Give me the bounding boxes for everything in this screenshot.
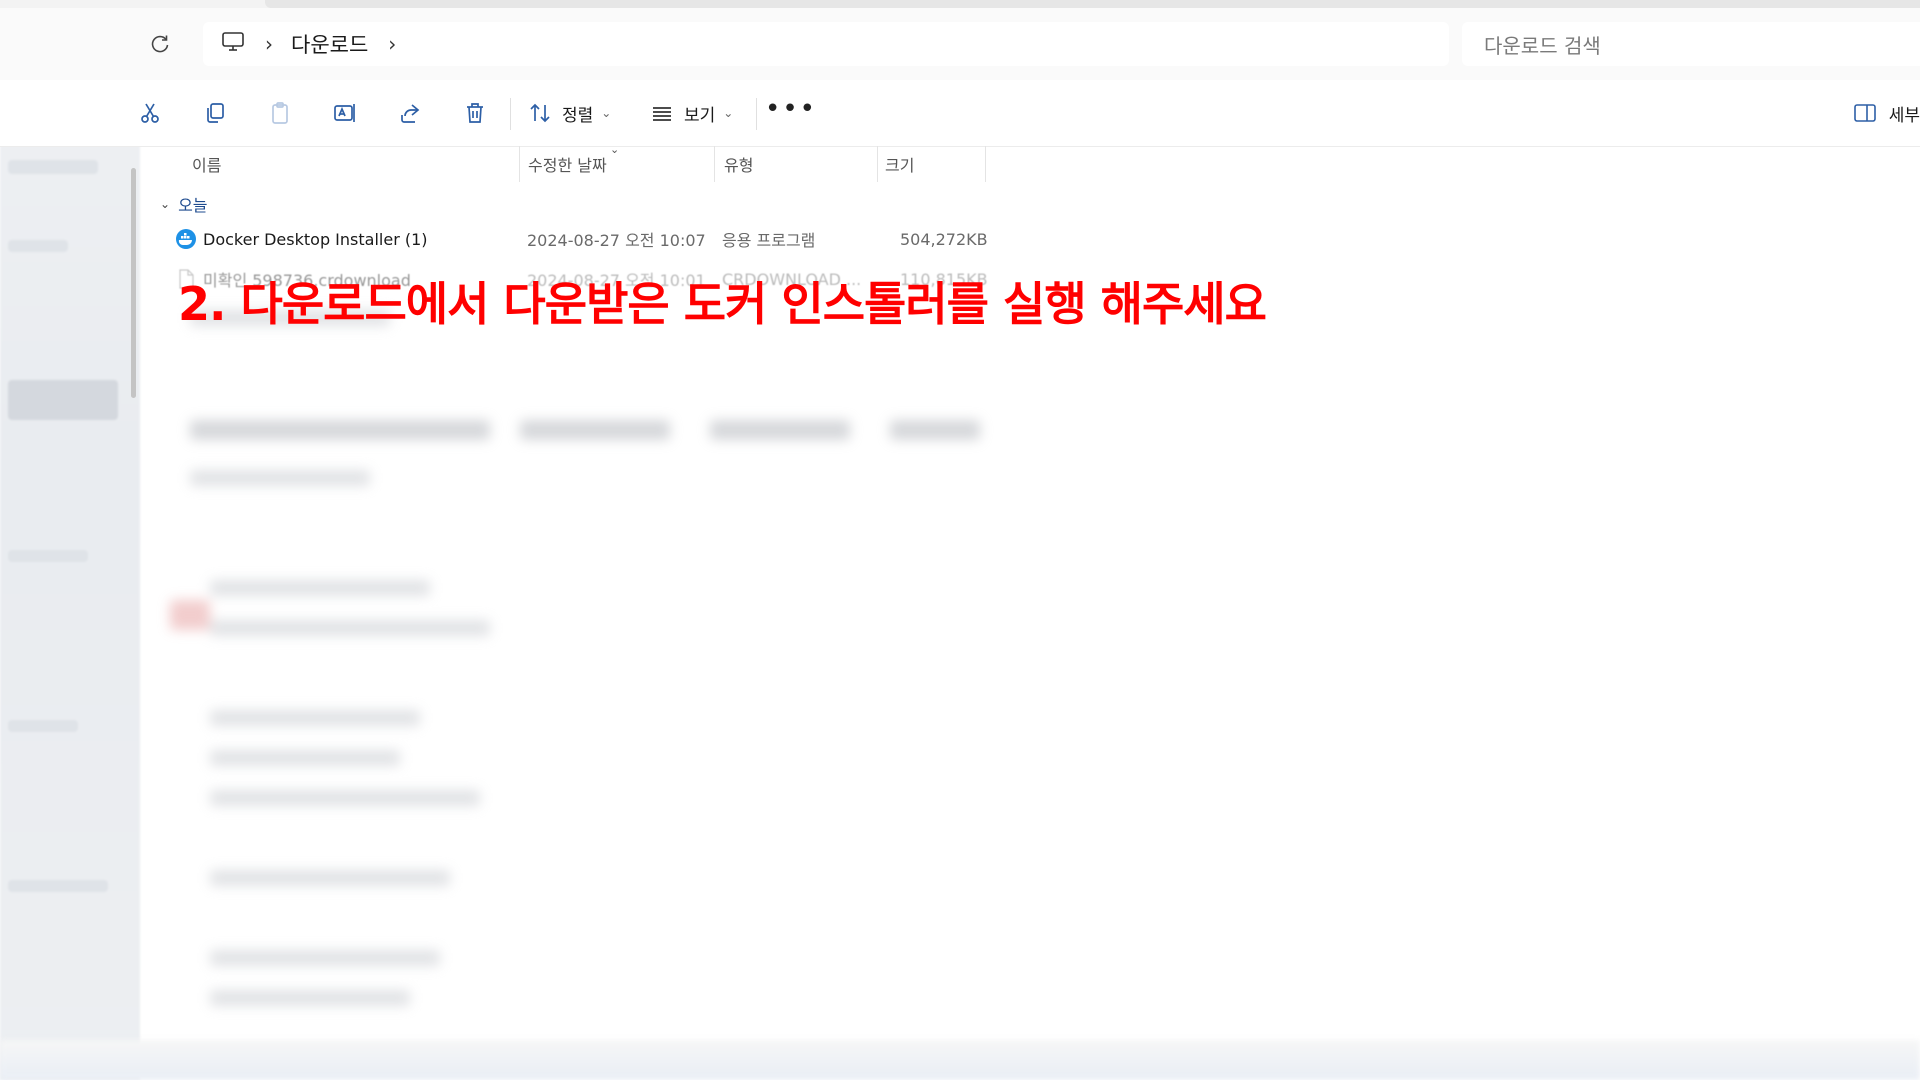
file-name: Docker Desktop Installer (1) <box>203 229 428 249</box>
this-pc-icon[interactable] <box>221 31 245 57</box>
details-pane-icon <box>1853 104 1876 122</box>
group-header-today[interactable]: ⌄ 오늘 <box>160 190 208 218</box>
file-type: 응용 프로그램 <box>722 231 816 250</box>
list-view-icon <box>653 107 671 121</box>
view-label: 보기 <box>684 105 716 126</box>
column-separator[interactable] <box>877 146 878 182</box>
file-size: 504,272KB <box>900 229 988 249</box>
command-bar: 정렬 ⌄ 보기 ⌄ ••• 세부 <box>0 80 1920 147</box>
sort-label: 정렬 <box>562 105 594 126</box>
group-label: 오늘 <box>178 196 208 215</box>
title-strip <box>0 0 1920 8</box>
column-modified[interactable]: 수정한 날짜 <box>528 146 607 182</box>
chevron-down-icon: ⌄ <box>723 106 734 120</box>
column-type[interactable]: 유형 <box>724 146 753 182</box>
details-pane-button[interactable]: 세부 <box>1853 92 1920 134</box>
delete-button[interactable] <box>457 92 493 134</box>
rename-icon <box>334 104 355 122</box>
search-placeholder: 다운로드 검색 <box>1484 33 1601 58</box>
address-row: › 다운로드 › 다운로드 검색 <box>0 8 1920 80</box>
address-bar[interactable]: › 다운로드 › <box>203 22 1449 66</box>
more-options-button[interactable]: ••• <box>765 92 815 134</box>
docker-icon <box>176 229 196 249</box>
share-icon <box>401 104 420 123</box>
more-icon: ••• <box>765 94 818 124</box>
view-button[interactable]: 보기 ⌄ <box>650 92 733 134</box>
trash-icon <box>467 103 483 123</box>
breadcrumb-chevron-icon[interactable]: › <box>265 32 273 56</box>
breadcrumb-downloads[interactable]: 다운로드 <box>291 29 368 59</box>
tab-strip <box>265 0 1920 8</box>
taskbar-blur <box>0 1040 1920 1080</box>
column-separator[interactable] <box>985 146 986 182</box>
breadcrumb-chevron-icon[interactable]: › <box>388 32 396 56</box>
file-row[interactable]: Docker Desktop Installer (1) 2024-08-27 … <box>170 222 1000 256</box>
column-name[interactable]: 이름 <box>192 146 221 182</box>
sort-button[interactable]: 정렬 ⌄ <box>528 92 611 134</box>
file-modified: 2024-08-27 오전 10:07 <box>527 231 706 250</box>
column-separator[interactable] <box>714 146 715 182</box>
search-input[interactable]: 다운로드 검색 <box>1462 22 1920 66</box>
chevron-down-icon[interactable]: ⌄ <box>160 197 170 211</box>
chevron-down-icon: ⌄ <box>601 106 612 120</box>
navigation-pane[interactable] <box>0 80 140 1080</box>
command-divider <box>510 98 511 130</box>
column-header: 이름 수정한 날짜 유형 크기 <box>140 146 1920 182</box>
paste-button[interactable] <box>262 92 298 134</box>
instruction-caption: 2. 다운로드에서 다운받은 도커 인스톨러를 실행 해주세요 <box>178 277 1267 331</box>
cut-button[interactable] <box>132 92 168 134</box>
column-size[interactable]: 크기 <box>885 146 914 182</box>
refresh-button[interactable] <box>140 24 180 64</box>
sort-icon <box>530 103 550 123</box>
copy-button[interactable] <box>197 92 233 134</box>
clipboard-icon <box>272 102 288 124</box>
scissors-icon <box>141 103 159 123</box>
refresh-icon <box>151 35 169 53</box>
navigation-scrollbar[interactable] <box>131 168 136 398</box>
details-label: 세부 <box>1888 105 1920 126</box>
rename-button[interactable] <box>327 92 363 134</box>
blurred-file-list <box>150 300 1010 1020</box>
sort-indicator-icon: ⌄ <box>610 143 620 156</box>
copy-icon <box>207 103 224 123</box>
share-button[interactable] <box>392 92 428 134</box>
column-separator[interactable] <box>519 146 520 182</box>
command-divider <box>756 98 757 130</box>
